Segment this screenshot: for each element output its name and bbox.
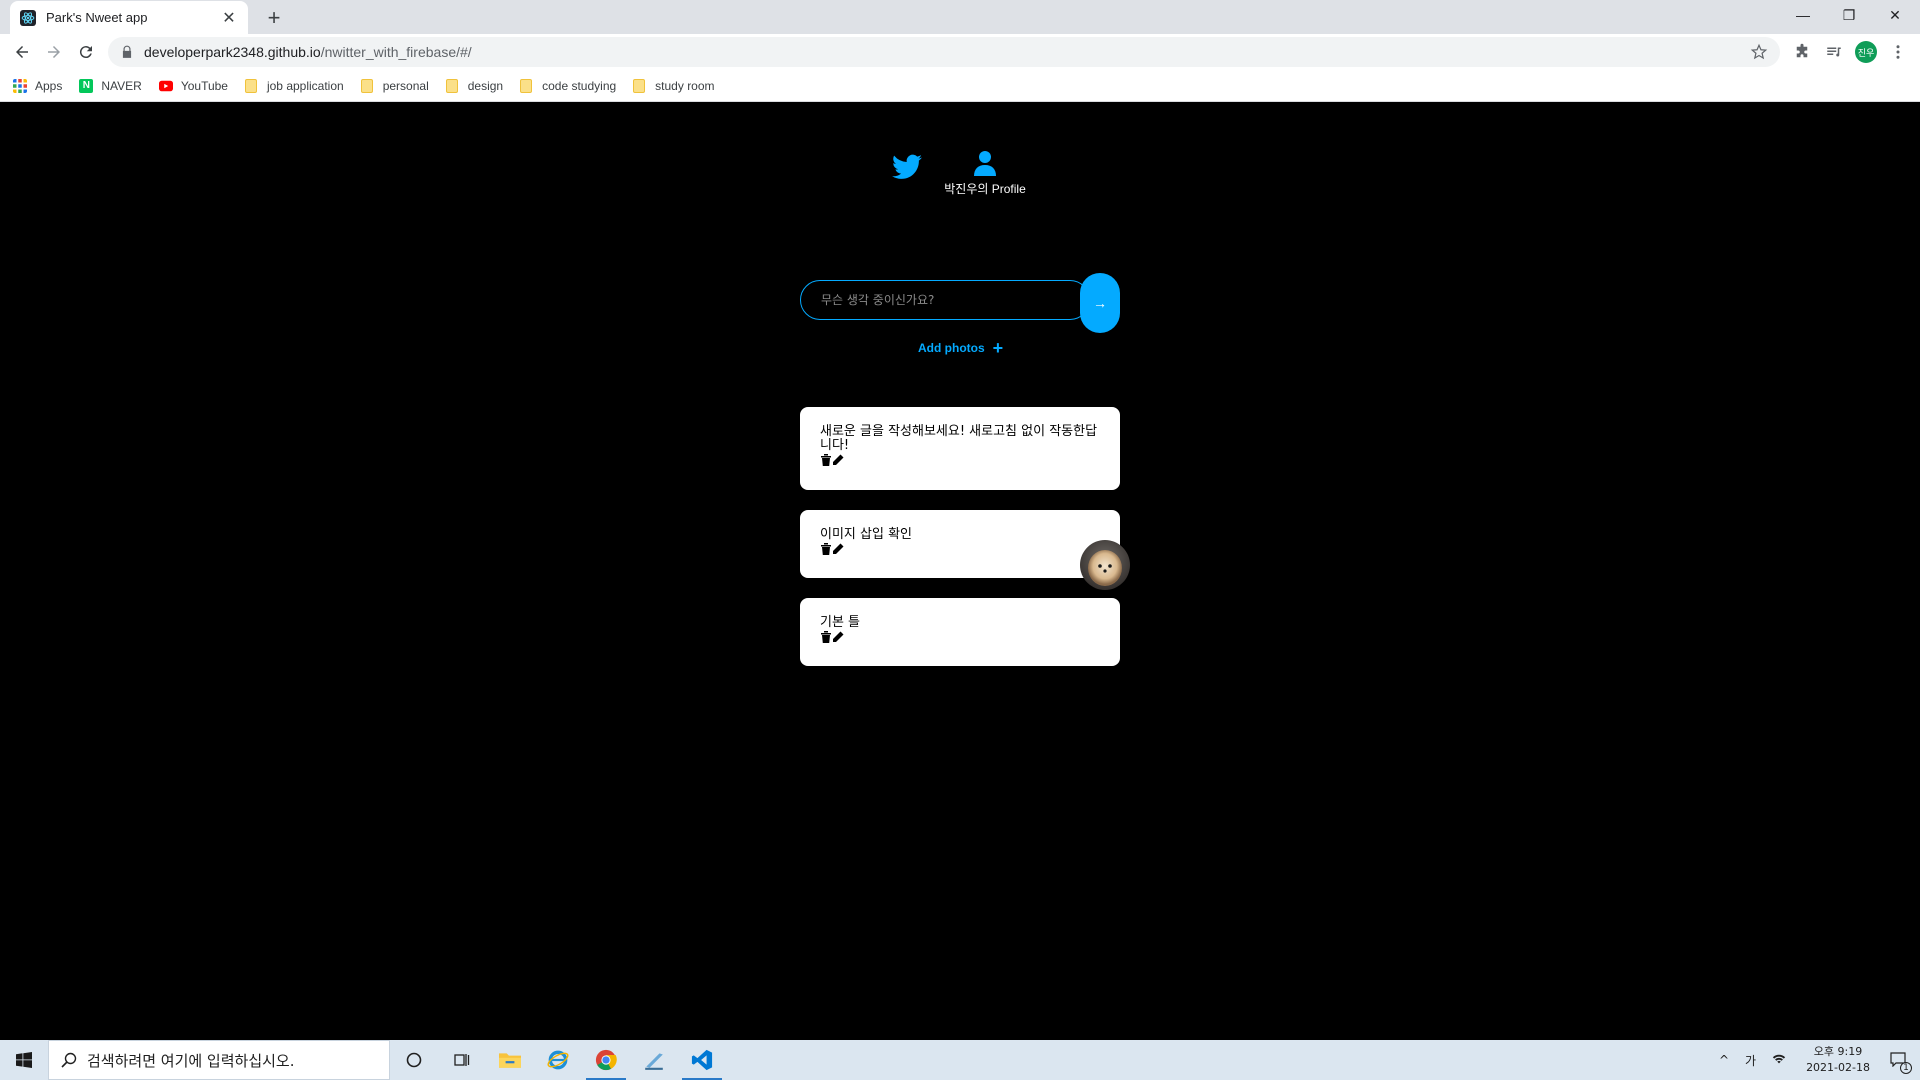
back-arrow-icon[interactable]: [8, 38, 36, 66]
tab-title: Park's Nweet app: [46, 10, 148, 25]
nweet-app: 박진우의 Profile → Add photos + 새로운 글을 작성해보세…: [0, 102, 1920, 1040]
address-bar[interactable]: developerpark2348.github.io/nwitter_with…: [108, 37, 1780, 67]
nweet-text: 기본 틀: [820, 615, 861, 630]
twitter-bird-icon[interactable]: [892, 154, 922, 180]
folder-icon: [244, 79, 257, 93]
windows-taskbar: 검색하려면 여기에 입력하십시오. ^ 가 오후 9:19 2021-02-18…: [0, 1040, 1920, 1080]
notification-count-badge: 1: [1900, 1061, 1912, 1074]
bookmark-personal[interactable]: personal: [360, 79, 429, 93]
folder-icon: [445, 79, 458, 93]
ime-indicator[interactable]: 가: [1745, 1052, 1756, 1069]
folder-icon: [633, 79, 646, 93]
internet-explorer-icon[interactable]: [534, 1040, 582, 1080]
bookmarks-bar: Apps N NAVER YouTube job application per…: [0, 71, 1920, 102]
nweet-input[interactable]: [800, 280, 1090, 320]
lock-icon: [122, 45, 132, 58]
folder-icon: [360, 79, 373, 93]
chrome-taskbar-icon[interactable]: [582, 1040, 630, 1080]
add-photos-button[interactable]: Add photos +: [918, 339, 1003, 357]
nweet-card: 이미지 삽입 확인: [800, 510, 1130, 590]
system-tray: ^ 가 오후 9:19 2021-02-18 1: [1711, 1040, 1920, 1080]
bookmark-job-application[interactable]: job application: [244, 79, 344, 93]
close-window-icon[interactable]: ✕: [1872, 0, 1918, 30]
folder-icon: [520, 79, 533, 93]
tab-close-icon[interactable]: ✕: [220, 8, 238, 28]
media-queue-icon[interactable]: [1822, 40, 1846, 64]
search-icon: [61, 1052, 77, 1068]
task-view-icon[interactable]: [438, 1040, 486, 1080]
clock-time: 오후 9:19: [1813, 1045, 1863, 1058]
nweet-card: 기본 틀: [800, 598, 1120, 666]
user-icon: [974, 151, 996, 176]
nweet-composer: →: [800, 270, 1120, 333]
browser-tab[interactable]: Park's Nweet app ✕: [10, 1, 248, 34]
bookmark-youtube[interactable]: YouTube: [158, 79, 228, 93]
windows-start-icon[interactable]: [0, 1040, 48, 1080]
clock-date: 2021-02-18: [1806, 1061, 1870, 1074]
system-clock[interactable]: 오후 9:19 2021-02-18: [1806, 1044, 1870, 1076]
vscode-icon[interactable]: [678, 1040, 726, 1080]
bookmark-design[interactable]: design: [445, 79, 503, 93]
bookmark-apps[interactable]: Apps: [13, 79, 62, 93]
nweet-actions: [820, 542, 1100, 556]
plus-icon: +: [992, 338, 1004, 358]
nweet-actions: [820, 630, 1100, 644]
taskbar-search-input[interactable]: 검색하려면 여기에 입력하십시오.: [48, 1040, 390, 1080]
profile-avatar[interactable]: 진우: [1854, 40, 1878, 64]
bookmark-naver[interactable]: N NAVER: [79, 79, 142, 93]
naver-icon: N: [79, 79, 94, 93]
trash-icon[interactable]: [820, 543, 832, 555]
profile-label: 박진우의 Profile: [944, 182, 1026, 196]
nweet-actions: [820, 453, 1100, 467]
notification-center-icon[interactable]: 1: [1890, 1051, 1912, 1074]
notepad-icon[interactable]: [630, 1040, 678, 1080]
reload-icon[interactable]: [72, 38, 100, 66]
submit-nweet-button[interactable]: →: [1080, 273, 1120, 333]
file-explorer-icon[interactable]: [486, 1040, 534, 1080]
pencil-icon[interactable]: [832, 631, 844, 643]
add-photos-label: Add photos: [918, 341, 985, 355]
profile-link[interactable]: 박진우의 Profile: [930, 150, 1040, 198]
nweet-attached-image: [1080, 540, 1130, 590]
restore-icon[interactable]: ❐: [1826, 0, 1872, 30]
nweet-text: 새로운 글을 작성해보세요! 새로고침 없이 작동한답니다!: [820, 424, 1098, 453]
trash-icon[interactable]: [820, 631, 832, 643]
minimize-icon[interactable]: —: [1780, 0, 1826, 30]
nweet-text: 이미지 삽입 확인: [820, 527, 912, 542]
cortana-icon[interactable]: [390, 1040, 438, 1080]
browser-tabstrip: Park's Nweet app ✕ + — ❐ ✕: [0, 0, 1920, 34]
bookmark-study-room[interactable]: study room: [633, 79, 715, 93]
chrome-menu-icon[interactable]: [1886, 40, 1910, 64]
pencil-icon[interactable]: [832, 454, 844, 466]
bookmark-star-icon[interactable]: [1750, 43, 1768, 61]
forward-arrow-icon[interactable]: [40, 38, 68, 66]
url-text: developerpark2348.github.io/nwitter_with…: [144, 44, 472, 60]
youtube-icon: [158, 80, 173, 92]
trash-icon[interactable]: [820, 454, 832, 466]
browser-toolbar: developerpark2348.github.io/nwitter_with…: [0, 34, 1920, 71]
new-tab-button[interactable]: +: [260, 5, 288, 31]
network-wifi-icon[interactable]: [1772, 1052, 1786, 1069]
bookmark-code-studying[interactable]: code studying: [520, 79, 616, 93]
apps-grid-icon: [13, 79, 27, 93]
tray-expand-chevron-icon[interactable]: ^: [1719, 1053, 1729, 1067]
nweet-card: 새로운 글을 작성해보세요! 새로고침 없이 작동한답니다!: [800, 407, 1120, 490]
pencil-icon[interactable]: [832, 543, 844, 555]
extensions-puzzle-icon[interactable]: [1790, 40, 1814, 64]
react-favicon-icon: [20, 9, 36, 26]
